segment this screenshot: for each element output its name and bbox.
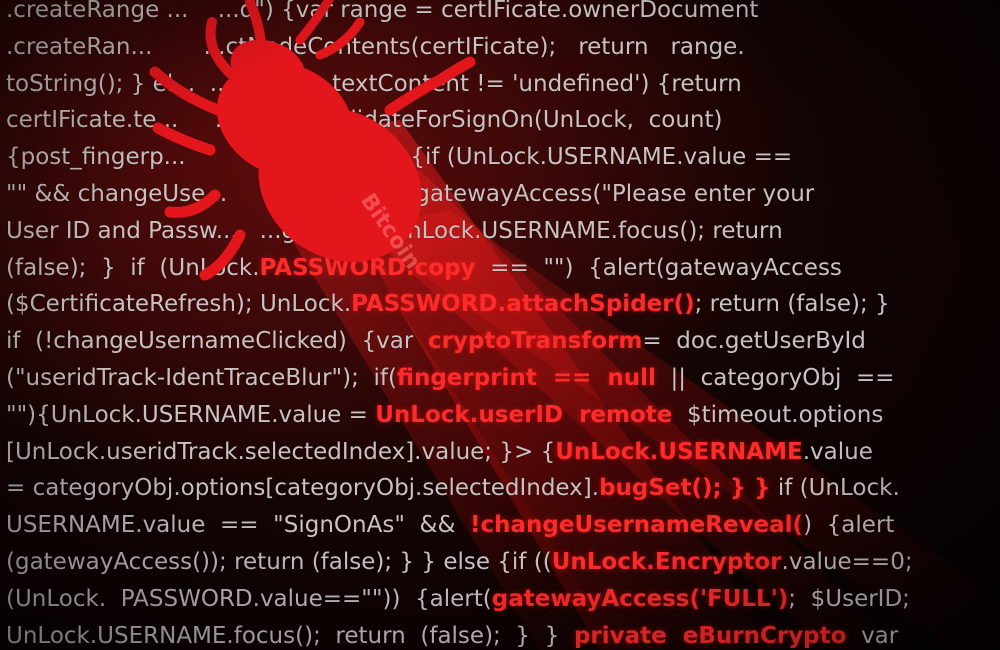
scene: .createRange ... ...d") {var range = cer… <box>0 0 1000 650</box>
bug-icon: Bitcoin <box>149 0 476 281</box>
